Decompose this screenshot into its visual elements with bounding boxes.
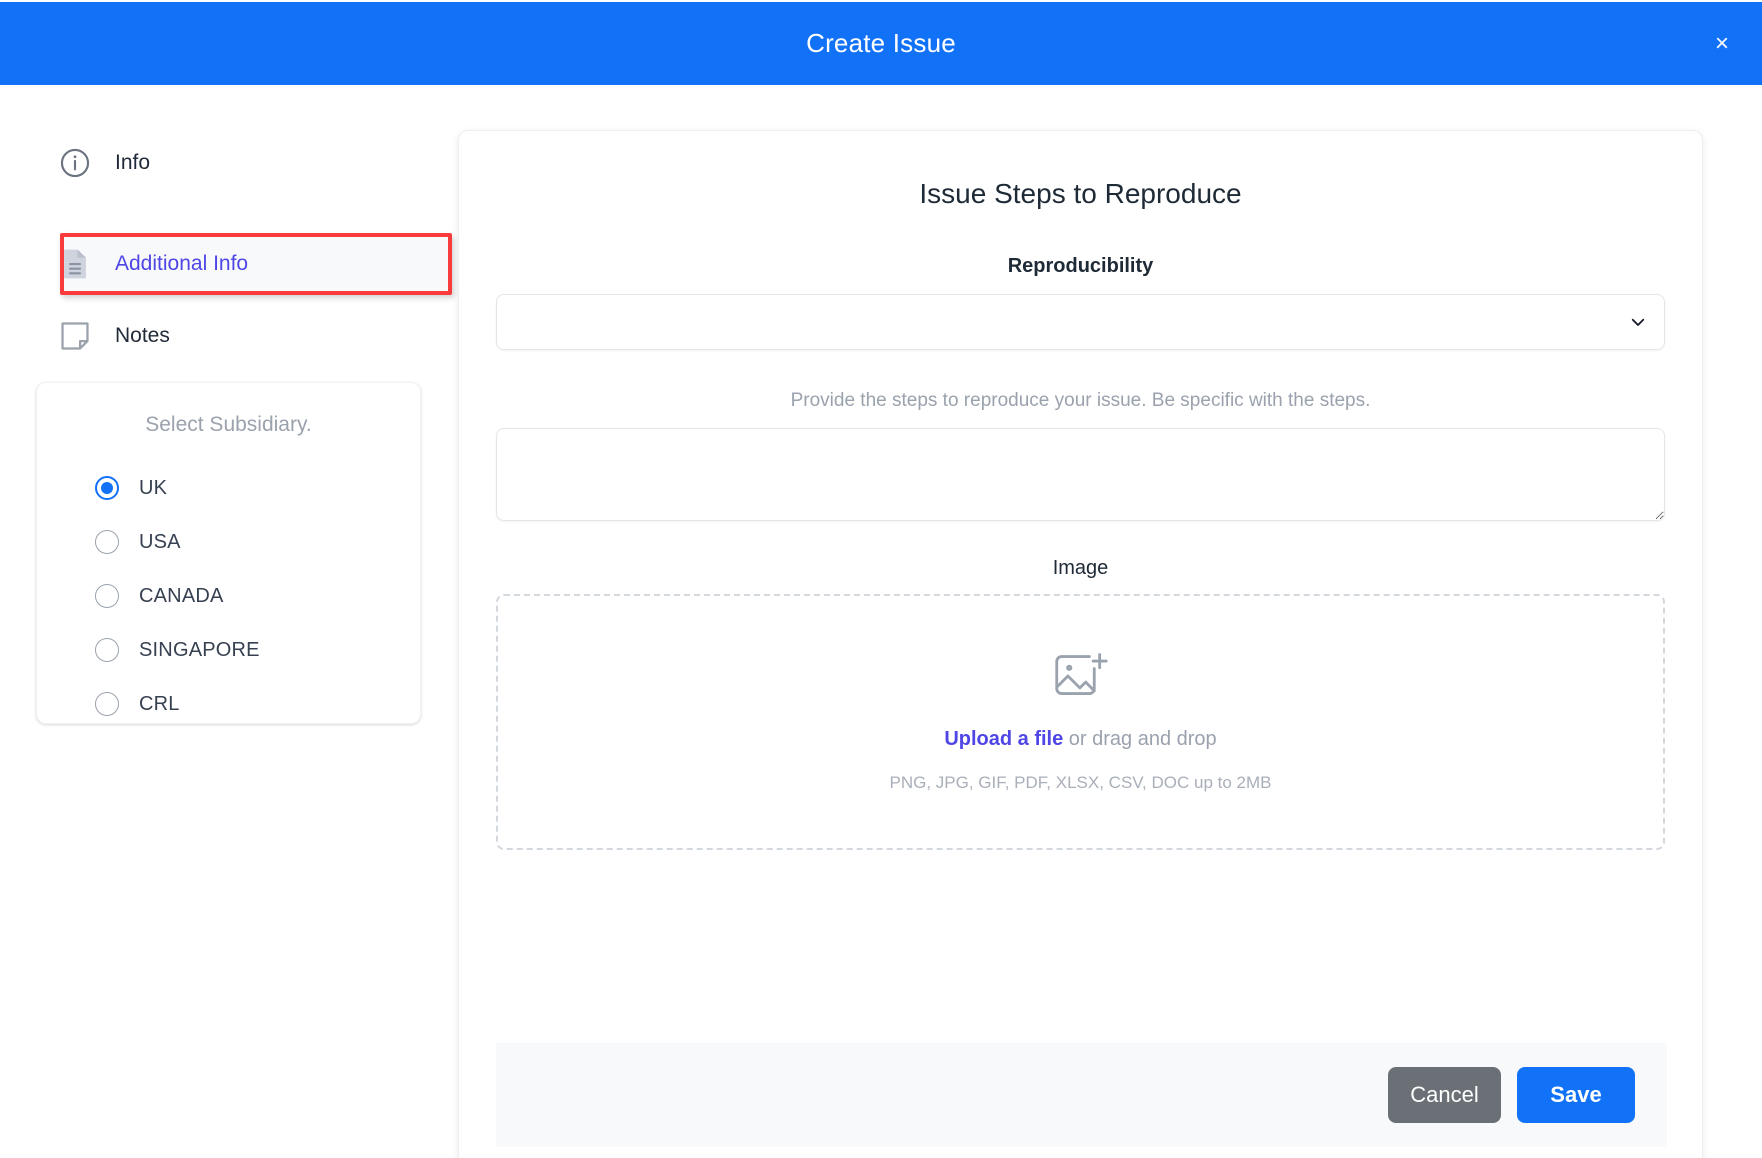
modal-title: Create Issue xyxy=(806,28,956,58)
radio-label: CRL xyxy=(139,692,180,715)
radio-button[interactable] xyxy=(95,692,119,716)
image-plus-icon xyxy=(1053,651,1109,706)
sidebar: Info Additional Info Notes Select Subsid… xyxy=(0,85,455,1158)
radio-button[interactable] xyxy=(95,530,119,554)
radio-option-uk[interactable]: UK xyxy=(37,461,420,515)
cancel-button[interactable]: Cancel xyxy=(1388,1067,1501,1123)
save-button[interactable]: Save xyxy=(1517,1067,1635,1123)
image-label: Image xyxy=(1052,557,1109,579)
subsidiary-card: Select Subsidiary. UK USA CANADA SINGAPO… xyxy=(36,382,421,724)
radio-button[interactable] xyxy=(95,476,119,500)
radio-label: SINGAPORE xyxy=(139,638,260,661)
reproducibility-select[interactable] xyxy=(496,294,1665,350)
reproducibility-select-wrap xyxy=(496,294,1665,350)
modal-body: Info Additional Info Notes Select Subsid… xyxy=(0,85,1762,1158)
reproducibility-label: Reproducibility xyxy=(1007,255,1154,277)
radio-option-crl[interactable]: CRL xyxy=(37,677,420,731)
radio-button[interactable] xyxy=(95,584,119,608)
sidebar-item-label: Additional Info xyxy=(115,252,249,275)
steps-textarea[interactable] xyxy=(496,428,1665,521)
dropzone-formats-text: PNG, JPG, GIF, PDF, XLSX, CSV, DOC up to… xyxy=(889,773,1272,792)
drag-drop-text: or drag and drop xyxy=(1063,728,1217,750)
sidebar-item-label: Notes xyxy=(115,323,170,347)
close-icon[interactable]: × xyxy=(1702,24,1742,64)
radio-option-usa[interactable]: USA xyxy=(37,515,420,569)
sidebar-item-label: Info xyxy=(115,150,151,174)
sidebar-item-notes[interactable]: Notes xyxy=(30,308,430,363)
sidebar-nav: Info Additional Info Notes xyxy=(30,135,452,363)
card-footer: Cancel Save xyxy=(496,1043,1667,1147)
info-circle-icon xyxy=(57,145,93,181)
subsidiary-radio-group: UK USA CANADA SINGAPORE CRL xyxy=(37,461,420,731)
radio-option-canada[interactable]: CANADA xyxy=(37,569,420,623)
create-issue-modal: Create Issue × Info Additional Info Note… xyxy=(0,0,1762,1158)
main-content: Issue Steps to Reproduce Reproducibility… xyxy=(459,131,1702,850)
main-panel: Issue Steps to Reproduce Reproducibility… xyxy=(458,130,1703,1158)
radio-option-singapore[interactable]: SINGAPORE xyxy=(37,623,420,677)
image-dropzone[interactable]: Upload a file or drag and drop PNG, JPG,… xyxy=(496,594,1665,850)
document-lines-icon xyxy=(57,246,93,282)
radio-label: UK xyxy=(139,476,168,499)
sidebar-item-info[interactable]: Info xyxy=(30,135,430,190)
modal-titlebar: Create Issue × xyxy=(0,2,1762,85)
note-page-icon xyxy=(57,318,93,354)
page-title: Issue Steps to Reproduce xyxy=(919,178,1242,209)
radio-label: CANADA xyxy=(139,584,224,607)
upload-a-file-link[interactable]: Upload a file xyxy=(944,728,1063,750)
steps-helper-text: Provide the steps to reproduce your issu… xyxy=(790,390,1371,411)
radio-button[interactable] xyxy=(95,638,119,662)
radio-label: USA xyxy=(139,530,181,553)
sidebar-item-additional-info[interactable]: Additional Info xyxy=(30,233,422,295)
dropzone-primary-text: Upload a file or drag and drop xyxy=(944,728,1216,751)
subsidiary-title: Select Subsidiary. xyxy=(145,413,312,436)
